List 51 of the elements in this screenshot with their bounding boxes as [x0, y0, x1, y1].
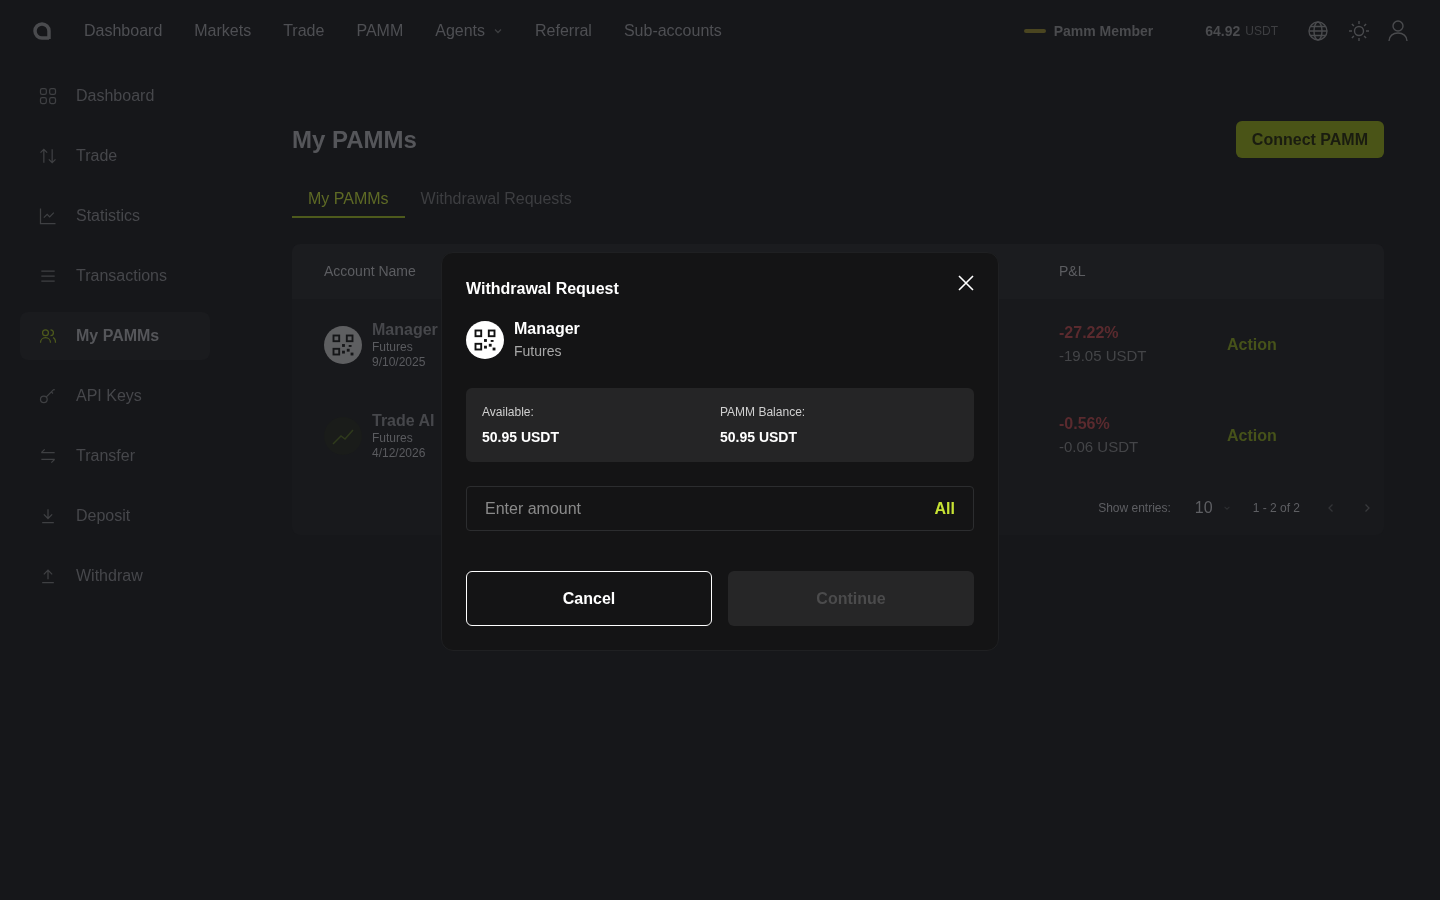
dialog-title: Withdrawal Request: [466, 279, 619, 299]
level-badge-icon: [1023, 29, 1046, 33]
nav-link[interactable]: Sub-accounts: [623, 19, 722, 43]
previous-page-icon[interactable]: [1326, 503, 1336, 513]
sun-icon[interactable]: [1348, 20, 1370, 42]
tab[interactable]: My PAMMs: [292, 182, 405, 218]
next-page-icon[interactable]: [1362, 503, 1372, 513]
amount-field[interactable]: Enter amount All: [466, 486, 974, 531]
action-link[interactable]: Action: [1227, 332, 1277, 357]
up-down-arrows-icon: [38, 146, 58, 166]
nav-link[interactable]: Agents: [435, 19, 503, 43]
qr-avatar-icon: [466, 320, 504, 359]
account-date: 9/10/2025: [372, 354, 427, 370]
line-chart-icon: [38, 206, 58, 226]
column-header: P&L: [1059, 262, 1086, 281]
all-button[interactable]: All: [934, 496, 955, 521]
pnl-percent: -27.22%: [1059, 323, 1120, 344]
account-name: Manager: [514, 319, 580, 339]
account-type: Futures: [514, 342, 563, 361]
account-date: 4/12/2026: [372, 445, 427, 461]
account-type: Futures: [372, 339, 414, 355]
entries-select[interactable]: 10: [1194, 496, 1231, 520]
cancel-button[interactable]: Cancel: [466, 571, 712, 626]
available-value: 50.95 USDT: [482, 427, 561, 447]
balance-value: 50.95 USDT: [720, 427, 799, 447]
nav-link[interactable]: Dashboard: [84, 19, 163, 43]
transfer-arrows-icon: [38, 446, 58, 466]
sidebar-item[interactable]: My PAMMs: [20, 312, 210, 360]
page-range: 1 - 2 of 2: [1252, 500, 1300, 517]
key-icon: [38, 386, 58, 406]
chevron-down-icon: [493, 26, 503, 36]
nav-link[interactable]: Markets: [194, 19, 252, 43]
entries-label: Show entries:: [1098, 500, 1171, 517]
column-header: Account Name: [324, 262, 417, 281]
nav-link[interactable]: Referral: [535, 19, 592, 43]
globe-icon[interactable]: [1308, 21, 1328, 41]
user-icon[interactable]: [1388, 20, 1408, 42]
available-label: Available:: [482, 403, 535, 421]
action-link[interactable]: Action: [1227, 423, 1277, 448]
nav-link[interactable]: PAMM: [356, 19, 404, 43]
close-icon[interactable]: [958, 275, 974, 291]
pnl-percent: -0.56%: [1059, 414, 1111, 435]
connect-pamm-button[interactable]: Connect PAMM: [1235, 121, 1384, 158]
qr-avatar-icon: [324, 325, 362, 364]
grid-icon: [38, 86, 58, 106]
account-type: Futures: [372, 430, 414, 446]
balance-label: PAMM Balance:: [720, 403, 807, 421]
nav-link[interactable]: Trade: [283, 19, 325, 43]
page-title: My PAMMs: [292, 124, 417, 155]
users-icon: [38, 326, 58, 346]
logo-icon[interactable]: [32, 21, 52, 41]
